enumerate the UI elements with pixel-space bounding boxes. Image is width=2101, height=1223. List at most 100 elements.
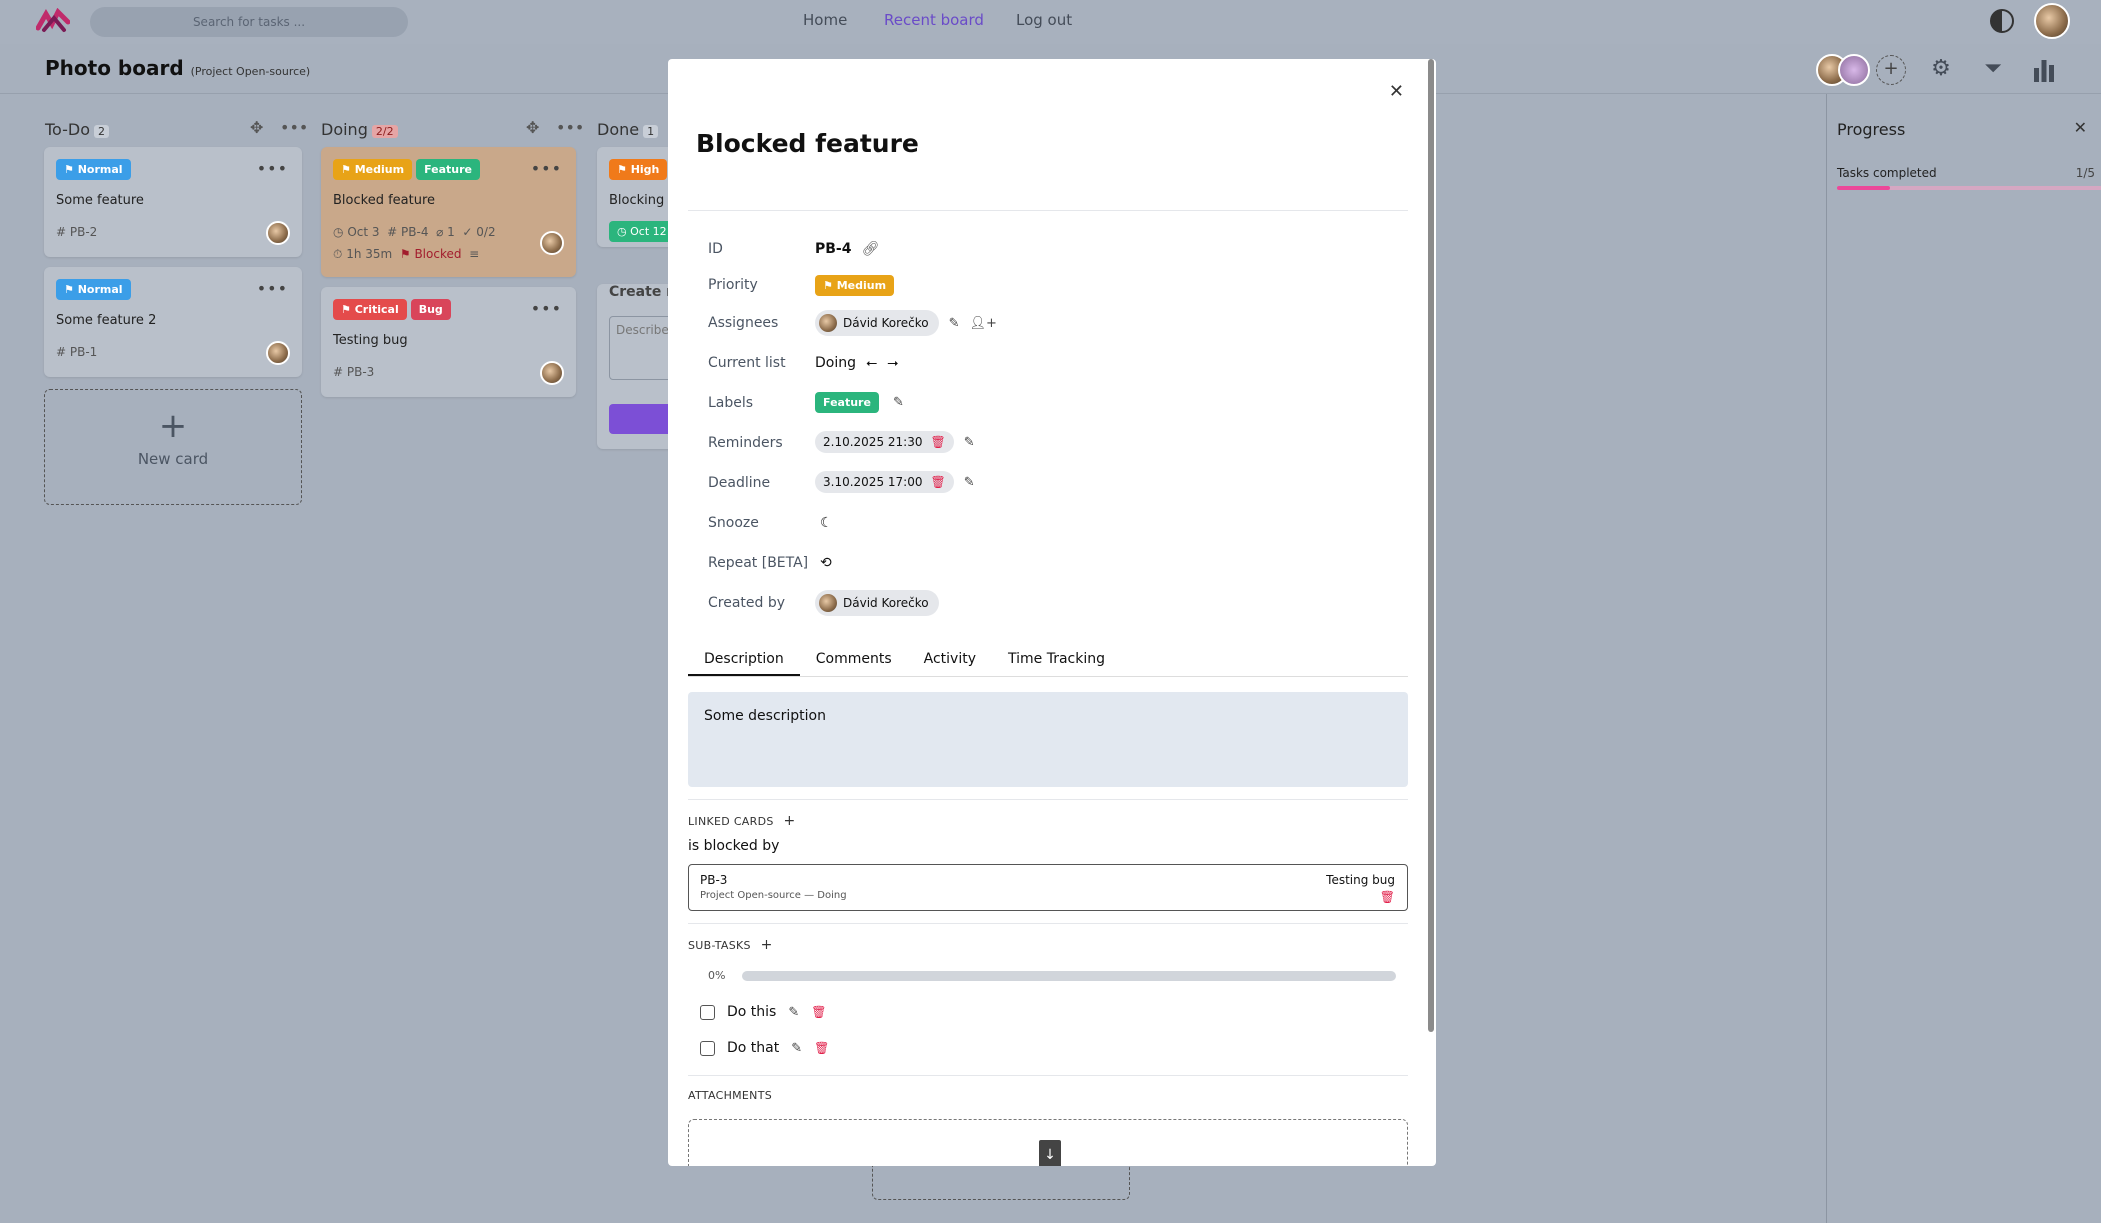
current-list-value: Doing ⭠ ⭢ [815, 355, 899, 371]
priority-badge: ⚑ Critical [333, 299, 407, 320]
created-by-label: Created by [708, 595, 786, 611]
search-input[interactable]: Search for tasks ... [90, 7, 408, 37]
new-card-button-partial[interactable] [872, 1166, 1130, 1200]
label-badge[interactable]: Feature [815, 392, 879, 413]
add-subtask-icon[interactable]: + [761, 937, 773, 953]
edit-assignees-icon[interactable]: ✎ [949, 316, 960, 331]
reminders-value: 2.10.2025 21:30 🗑︎ ✎ [815, 431, 975, 453]
priority-value[interactable]: ⚑ Medium [815, 275, 898, 296]
board-title-text: Photo board [45, 56, 184, 80]
assignees-label: Assignees [708, 315, 779, 331]
unlink-card-icon[interactable]: 🗑︎ [1380, 890, 1395, 904]
tab-comments[interactable]: Comments [800, 645, 908, 676]
top-bar: Search for tasks ... Home Recent board L… [0, 0, 2101, 44]
nav-recent-board[interactable]: Recent board [884, 11, 984, 29]
filter-icon[interactable]: ⏷ [1980, 56, 2006, 82]
card-avatar [266, 341, 290, 365]
column-header-doing: Doing 2/2 [321, 120, 398, 139]
progress-title: Progress [1837, 120, 1906, 139]
assign-self-icon[interactable]: 👤︎+ [970, 316, 997, 331]
task-card[interactable]: ⚑ Critical Bug ••• Testing bug # PB-3 [321, 287, 576, 397]
labels-value: Feature ✎ [815, 392, 904, 413]
tab-description[interactable]: Description [688, 645, 800, 676]
task-card[interactable]: ⚑ Medium Feature ••• Blocked feature ◷ Oc… [321, 147, 576, 277]
close-progress-icon[interactable]: ✕ [2074, 118, 2087, 137]
column-count: 2 [94, 125, 110, 138]
reminder-chip[interactable]: 2.10.2025 21:30 🗑︎ [815, 431, 954, 453]
column-menu-icon[interactable]: ••• [556, 118, 584, 137]
card-menu-icon[interactable]: ••• [531, 159, 562, 178]
tab-time-tracking[interactable]: Time Tracking [992, 645, 1121, 676]
priority-badge: ⚑ Medium [333, 159, 413, 180]
card-title: Blocked feature [333, 193, 436, 208]
user-avatar[interactable] [2034, 3, 2070, 39]
label-badge: Feature [416, 159, 480, 180]
linked-card-project: Project Open-source — Doing [700, 890, 847, 901]
new-card-button[interactable]: + New card [44, 389, 302, 505]
plus-icon: + [158, 406, 188, 446]
new-card-label: New card [137, 450, 209, 468]
add-linked-card-icon[interactable]: + [783, 813, 795, 829]
card-avatar [540, 231, 564, 255]
progress-panel: Progress ✕ Tasks completed 1/5 [1826, 94, 2101, 1223]
description-editor[interactable]: Some description [688, 692, 1408, 787]
assignee-chip[interactable]: Dávid Korečko [815, 310, 939, 336]
tab-activity[interactable]: Activity [908, 645, 992, 676]
delete-subtask-icon[interactable]: 🗑︎ [814, 1041, 829, 1055]
card-meta-row-2: ⏱ 1h 35m ⚑ Blocked ≡ [333, 247, 480, 261]
deadline-label: Deadline [708, 475, 771, 491]
repeat-icon[interactable]: ⟲ [820, 555, 832, 571]
card-menu-icon[interactable]: ••• [257, 159, 288, 178]
subtask-checkbox[interactable] [700, 1040, 715, 1056]
member-avatar[interactable] [1838, 54, 1870, 86]
deadline-chip[interactable]: 3.10.2025 17:00 🗑︎ [815, 471, 954, 493]
task-card[interactable]: ⚑ Normal ••• Some feature 2 # PB-1 [44, 267, 302, 377]
modal-title[interactable]: Blocked feature [696, 129, 919, 158]
task-card[interactable]: ⚑ Normal ••• Some feature # PB-2 [44, 147, 302, 257]
subtask-checkbox[interactable] [700, 1004, 715, 1020]
priority-badge: ⚑ High [609, 159, 668, 180]
drag-handle-icon[interactable]: ✥ [250, 118, 263, 137]
card-menu-icon[interactable]: ••• [531, 299, 562, 318]
move-left-icon[interactable]: ⭠ [866, 355, 877, 371]
tasks-completed-value: 1/5 [2075, 166, 2095, 180]
edit-reminders-icon[interactable]: ✎ [964, 435, 975, 450]
app-logo-icon[interactable] [36, 8, 70, 34]
drag-handle-icon[interactable]: ✥ [526, 118, 539, 137]
id-value: PB-4 🔗︎ [815, 241, 880, 257]
nav-log-out[interactable]: Log out [1016, 11, 1072, 29]
move-right-icon[interactable]: ⭢ [887, 355, 898, 371]
subtask-label: Do that [727, 1040, 780, 1056]
edit-deadline-icon[interactable]: ✎ [964, 475, 975, 490]
labels-label: Labels [708, 395, 754, 411]
theme-toggle-icon[interactable] [1990, 9, 2014, 33]
card-title: Some feature 2 [56, 313, 157, 328]
delete-subtask-icon[interactable]: 🗑︎ [811, 1005, 826, 1019]
column-header-todo: To-Do 2 [45, 120, 110, 139]
attachment-dropzone[interactable]: ↓ [688, 1119, 1408, 1166]
add-member-icon[interactable]: + [1876, 55, 1906, 85]
date-badge: ◷ Oct 12 [609, 221, 675, 242]
linked-card-title: Testing bug [1326, 873, 1395, 887]
modal-scrollbar[interactable] [1428, 59, 1434, 1032]
current-list-label: Current list [708, 355, 786, 371]
assignee-avatar [819, 314, 837, 332]
card-meta-row: ◷ Oct 3 # PB-4 ⌀ 1 ✓ 0/2 [333, 225, 496, 239]
label-badge: Bug [410, 299, 451, 320]
close-modal-icon[interactable]: ✕ [1389, 81, 1404, 102]
edit-subtask-icon[interactable]: ✎ [788, 1005, 799, 1020]
nav-home[interactable]: Home [803, 11, 847, 29]
stats-chart-icon[interactable] [2033, 58, 2055, 82]
edit-labels-icon[interactable]: ✎ [893, 395, 904, 410]
column-name: Doing [321, 120, 368, 139]
settings-gear-icon[interactable]: ⚙ [1928, 56, 1954, 82]
column-menu-icon[interactable]: ••• [280, 118, 308, 137]
edit-subtask-icon[interactable]: ✎ [791, 1041, 802, 1056]
card-menu-icon[interactable]: ••• [257, 279, 288, 298]
linked-card[interactable]: PB-3 Project Open-source — Doing Testing… [688, 864, 1408, 911]
copy-link-icon[interactable]: 🔗︎ [861, 241, 879, 257]
delete-deadline-icon[interactable]: 🗑︎ [930, 475, 945, 489]
delete-reminder-icon[interactable]: 🗑︎ [930, 435, 945, 449]
snooze-icon[interactable]: ☾ [820, 515, 833, 531]
column-header-done: Done 1 [597, 120, 659, 139]
